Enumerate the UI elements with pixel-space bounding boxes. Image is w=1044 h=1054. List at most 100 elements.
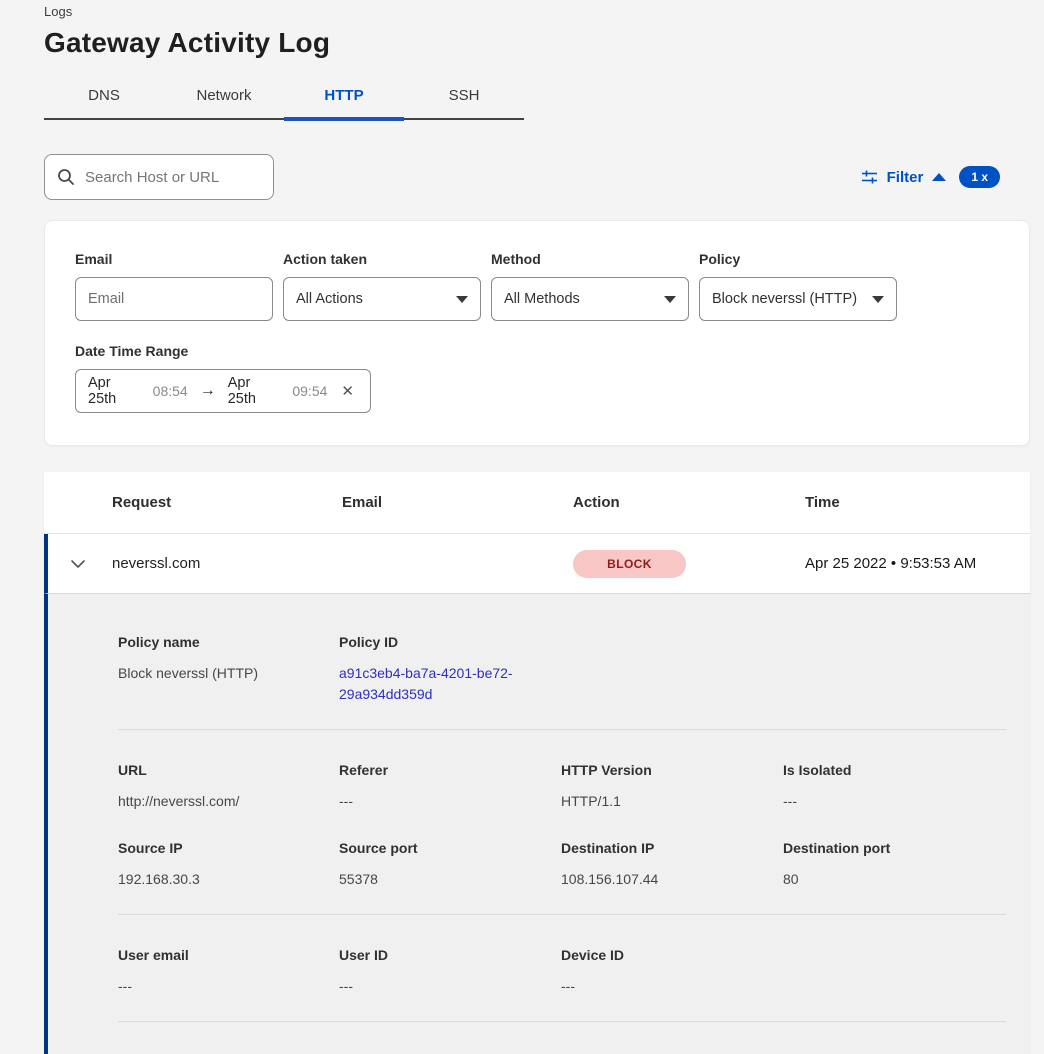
datetime-range-label: Date Time Range [75,343,371,359]
action-filter-field: Action taken All Actions [283,251,481,321]
tab-ssh[interactable]: SSH [404,77,524,118]
filter-sliders-icon [861,169,878,185]
destination-ip-label: Destination IP [561,840,783,856]
range-arrow-icon: → [198,382,218,400]
search-box[interactable] [44,154,274,200]
device-id-label: Device ID [561,947,783,963]
table-row[interactable]: neverssl.com BLOCK Apr 25 2022 • 9:53:53… [44,534,1030,594]
toolbar: Filter 1 x [44,154,1000,200]
policy-name-field: Policy name Block neverssl (HTTP) [118,634,339,705]
filter-row-2: Date Time Range Apr 25th 08:54 → Apr 25t… [75,343,999,413]
source-ip-label: Source IP [118,840,339,856]
log-type-tabs: DNS Network HTTP SSH [44,77,524,120]
referer-label: Referer [339,762,561,778]
range-end-time[interactable]: 09:54 [292,383,327,399]
breadcrumb[interactable]: Logs [44,4,1044,19]
method-filter-field: Method All Methods [491,251,689,321]
email-filter-field: Email [75,251,273,321]
tab-network[interactable]: Network [164,77,284,118]
range-end-date[interactable]: Apr 25th [228,375,283,407]
policy-name-value: Block neverssl (HTTP) [118,663,339,684]
user-id-field: User ID --- [339,947,561,997]
search-input[interactable] [85,169,261,186]
method-filter-value: All Methods [504,291,580,307]
filter-count-badge: 1 x [959,166,1000,188]
request-section: URL http://neverssl.com/ Referer --- HTT… [118,730,1006,914]
request-row-1: URL http://neverssl.com/ Referer --- HTT… [118,762,1006,812]
referer-value: --- [339,791,561,812]
source-ip-field: Source IP 192.168.30.3 [118,840,339,890]
datetime-range-picker[interactable]: Apr 25th 08:54 → Apr 25th 09:54 ✕ [75,369,371,413]
row-request: neverssl.com [112,555,342,572]
block-status-badge: BLOCK [573,550,686,578]
filter-row-1: Email Action taken All Actions Method Al… [75,251,999,321]
destination-port-value: 80 [783,869,1006,890]
datetime-range-field: Date Time Range Apr 25th 08:54 → Apr 25t… [75,343,371,413]
range-start-date[interactable]: Apr 25th [88,375,143,407]
action-filter-select[interactable]: All Actions [283,277,481,321]
http-version-field: HTTP Version HTTP/1.1 [561,762,783,812]
policy-filter-value: Block neverssl (HTTP) [712,291,857,307]
chevron-down-icon [664,296,676,303]
destination-ip-value: 108.156.107.44 [561,869,783,890]
filter-panel: Email Action taken All Actions Method Al… [44,220,1030,446]
destination-port-field: Destination port 80 [783,840,1006,890]
clear-range-icon[interactable]: ✕ [337,380,358,402]
user-email-field: User email --- [118,947,339,997]
is-isolated-value: --- [783,791,1006,812]
policy-id-label: Policy ID [339,634,561,650]
method-filter-select[interactable]: All Methods [491,277,689,321]
action-filter-value: All Actions [296,291,363,307]
chevron-down-icon [456,296,468,303]
source-ip-value: 192.168.30.3 [118,869,339,890]
search-icon [57,168,75,186]
source-port-label: Source port [339,840,561,856]
http-version-label: HTTP Version [561,762,783,778]
source-port-value: 55378 [339,869,561,890]
filter-controls: Filter 1 x [861,166,1000,188]
tab-http[interactable]: HTTP [284,77,404,118]
destination-port-label: Destination port [783,840,1006,856]
page-title: Gateway Activity Log [44,27,1044,59]
action-filter-label: Action taken [283,251,481,267]
collapse-caret-icon[interactable] [932,173,946,181]
is-isolated-label: Is Isolated [783,762,1006,778]
http-version-value: HTTP/1.1 [561,791,783,812]
method-filter-label: Method [491,251,689,267]
policy-section: Policy name Block neverssl (HTTP) Policy… [118,634,1006,729]
destination-ip-field: Destination IP 108.156.107.44 [561,840,783,890]
tab-dns[interactable]: DNS [44,77,164,118]
is-isolated-field: Is Isolated --- [783,762,1006,812]
email-filter-input-wrap [75,277,273,321]
url-label: URL [118,762,339,778]
details-footer: View domain details in Radar → [118,1022,1006,1054]
gateway-activity-log-page: Logs Gateway Activity Log DNS Network HT… [0,4,1044,1054]
policy-filter-field: Policy Block neverssl (HTTP) [699,251,897,321]
user-email-label: User email [118,947,339,963]
user-id-value: --- [339,976,561,997]
referer-field: Referer --- [339,762,561,812]
user-id-label: User ID [339,947,561,963]
range-start-time[interactable]: 08:54 [153,383,188,399]
policy-id-field: Policy ID a91c3eb4-ba7a-4201-be72-29a934… [339,634,561,705]
col-header-request: Request [112,494,342,511]
email-filter-label: Email [75,251,273,267]
row-details-panel: Policy name Block neverssl (HTTP) Policy… [44,594,1030,1054]
col-header-email: Email [342,494,573,511]
row-time: Apr 25 2022 • 9:53:53 AM [805,555,1026,572]
chevron-down-icon [872,296,884,303]
activity-log-table: Request Email Action Time neverssl.com B… [44,472,1030,1054]
policy-filter-label: Policy [699,251,897,267]
source-port-field: Source port 55378 [339,840,561,890]
device-id-field: Device ID --- [561,947,783,997]
row-expand-chevron[interactable] [44,559,112,569]
request-row-2: Source IP 192.168.30.3 Source port 55378… [118,840,1006,890]
user-section: User email --- User ID --- Device ID --- [118,915,1006,1021]
email-filter-input[interactable] [88,291,260,307]
col-header-action: Action [573,494,805,511]
url-value: http://neverssl.com/ [118,791,339,812]
table-header-row: Request Email Action Time [44,472,1030,534]
filter-toggle-button[interactable]: Filter [887,169,924,186]
policy-id-link[interactable]: a91c3eb4-ba7a-4201-be72-29a934dd359d [339,663,531,705]
policy-filter-select[interactable]: Block neverssl (HTTP) [699,277,897,321]
